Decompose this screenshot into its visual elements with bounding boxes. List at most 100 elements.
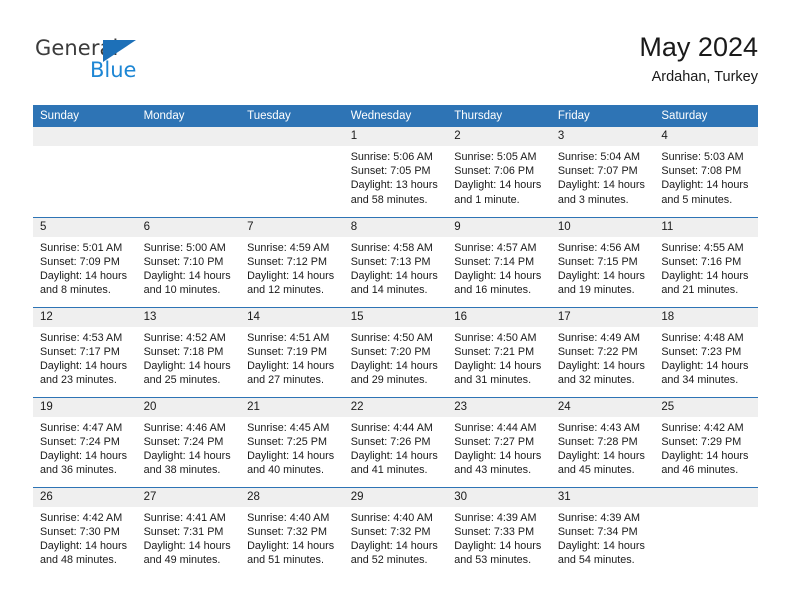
sunrise-text: Sunrise: 4:40 AM bbox=[247, 511, 330, 524]
daylight-text-line2: and 8 minutes. bbox=[40, 284, 111, 297]
day-number: 1 bbox=[343, 127, 448, 146]
title-block: May 2024 Ardahan, Turkey bbox=[639, 30, 758, 87]
day-details: Sunrise: 4:46 AM Sunset: 7:24 PM Daylight:… bbox=[137, 417, 241, 478]
daylight-text-line1: Daylight: 14 hours bbox=[557, 449, 645, 462]
day-number: 29 bbox=[343, 487, 448, 507]
day-cell[interactable]: 28 Sunrise: 4:40 AM Sunset: 7:32 PM Dayligh… bbox=[240, 486, 344, 577]
day-cell[interactable]: 10 Sunrise: 4:56 AM Sunset: 7:15 PM Dayligh… bbox=[550, 216, 655, 307]
day-cell[interactable]: 11 Sunrise: 4:55 AM Sunset: 7:16 PM Dayligh… bbox=[654, 216, 758, 307]
day-cell[interactable]: 16 Sunrise: 4:50 AM Sunset: 7:21 PM Dayligh… bbox=[447, 306, 551, 397]
day-cell[interactable]: 9 Sunrise: 4:57 AM Sunset: 7:14 PM Daylight… bbox=[447, 216, 551, 307]
page-subtitle: Ardahan, Turkey bbox=[651, 69, 758, 85]
day-cell[interactable]: 21 Sunrise: 4:45 AM Sunset: 7:25 PM Dayligh… bbox=[240, 396, 344, 487]
daylight-text-line2: and 25 minutes. bbox=[143, 374, 221, 387]
sunrise-text: Sunrise: 4:43 AM bbox=[557, 421, 641, 434]
sunrise-text: Sunrise: 5:06 AM bbox=[350, 151, 433, 163]
day-cell[interactable]: 12 Sunrise: 4:53 AM Sunset: 7:17 PM Dayligh… bbox=[33, 306, 137, 397]
daylight-text-line2: and 14 minutes. bbox=[350, 284, 428, 297]
daylight-text-line1: Daylight: 14 hours bbox=[40, 359, 128, 372]
sunset-text: Sunset: 7:25 PM bbox=[247, 435, 327, 448]
daylight-text-line2: and 48 minutes. bbox=[40, 554, 117, 567]
daylight-text-line2: and 54 minutes. bbox=[557, 554, 635, 567]
daylight-text-line1: Daylight: 14 hours bbox=[247, 269, 335, 282]
day-details: Sunrise: 4:42 AM Sunset: 7:30 PM Daylight:… bbox=[33, 507, 137, 568]
day-cell[interactable]: 6 Sunrise: 5:00 AM Sunset: 7:10 PM Daylight… bbox=[136, 216, 241, 307]
daylight-text-line1: Daylight: 14 hours bbox=[143, 449, 231, 462]
day-cell[interactable]: 14 Sunrise: 4:51 AM Sunset: 7:19 PM Dayligh… bbox=[240, 306, 344, 397]
daylight-text-line1: Daylight: 14 hours bbox=[247, 539, 335, 552]
sunrise-text: Sunrise: 4:59 AM bbox=[247, 241, 330, 254]
brand-logo[interactable]: General Blue bbox=[35, 36, 165, 84]
daylight-text-line1: Daylight: 14 hours bbox=[661, 359, 749, 372]
day-details: Sunrise: 4:41 AM Sunset: 7:31 PM Daylight:… bbox=[137, 507, 241, 568]
sunrise-text: Sunrise: 4:58 AM bbox=[350, 241, 433, 254]
daylight-text-line2: and 12 minutes. bbox=[247, 284, 324, 297]
day-number: 13 bbox=[136, 307, 241, 327]
day-cell[interactable]: 4 Sunrise: 5:03 AM Sunset: 7:08 PM Daylight… bbox=[654, 127, 758, 217]
day-details: Sunrise: 5:06 AM Sunset: 7:05 PM Daylight:… bbox=[344, 146, 448, 207]
sunrise-text: Sunrise: 4:57 AM bbox=[454, 241, 537, 254]
day-cell[interactable]: 5 Sunrise: 5:01 AM Sunset: 7:09 PM Daylight… bbox=[33, 216, 137, 307]
sunrise-text: Sunrise: 5:04 AM bbox=[557, 151, 641, 163]
day-cell[interactable]: 25 Sunrise: 4:42 AM Sunset: 7:29 PM Dayligh… bbox=[654, 396, 758, 487]
daylight-text-line1: Daylight: 14 hours bbox=[557, 179, 645, 192]
day-cell[interactable]: 27 Sunrise: 4:41 AM Sunset: 7:31 PM Dayligh… bbox=[136, 486, 241, 577]
daylight-text-line1: Daylight: 14 hours bbox=[350, 269, 438, 282]
day-number: 2 bbox=[447, 127, 551, 146]
day-cell[interactable]: 2 Sunrise: 5:05 AM Sunset: 7:06 PM Daylight… bbox=[447, 127, 551, 217]
day-cell[interactable]: 30 Sunrise: 4:39 AM Sunset: 7:33 PM Dayligh… bbox=[447, 486, 551, 577]
day-details: Sunrise: 4:48 AM Sunset: 7:23 PM Daylight:… bbox=[654, 327, 758, 388]
sunset-text: Sunset: 7:24 PM bbox=[40, 435, 120, 448]
daylight-text-line2: and 45 minutes. bbox=[557, 464, 635, 477]
day-cell[interactable]: 23 Sunrise: 4:44 AM Sunset: 7:27 PM Dayligh… bbox=[447, 396, 551, 487]
day-cell[interactable]: 13 Sunrise: 4:52 AM Sunset: 7:18 PM Dayligh… bbox=[136, 306, 241, 397]
day-cell[interactable]: 17 Sunrise: 4:49 AM Sunset: 7:22 PM Dayligh… bbox=[550, 306, 655, 397]
daylight-text-line1: Daylight: 14 hours bbox=[557, 539, 645, 552]
day-number: 19 bbox=[33, 397, 137, 417]
day-cell[interactable]: 24 Sunrise: 4:43 AM Sunset: 7:28 PM Dayligh… bbox=[550, 396, 655, 487]
day-cell[interactable]: 3 Sunrise: 5:04 AM Sunset: 7:07 PM Daylight… bbox=[550, 127, 655, 217]
day-number: 28 bbox=[240, 487, 344, 507]
day-cell[interactable]: 7 Sunrise: 4:59 AM Sunset: 7:12 PM Daylight… bbox=[240, 216, 344, 307]
sunrise-text: Sunrise: 4:50 AM bbox=[350, 331, 433, 344]
daylight-text-line1: Daylight: 14 hours bbox=[40, 269, 128, 282]
day-details: Sunrise: 4:59 AM Sunset: 7:12 PM Daylight:… bbox=[240, 237, 344, 298]
daylight-text-line1: Daylight: 14 hours bbox=[350, 449, 438, 462]
day-cell[interactable]: 8 Sunrise: 4:58 AM Sunset: 7:13 PM Daylight… bbox=[343, 216, 448, 307]
day-cell[interactable]: 15 Sunrise: 4:50 AM Sunset: 7:20 PM Dayligh… bbox=[343, 306, 448, 397]
daylight-text-line1: Daylight: 14 hours bbox=[40, 449, 128, 462]
sunrise-text: Sunrise: 4:55 AM bbox=[661, 241, 744, 254]
sunrise-text: Sunrise: 5:01 AM bbox=[40, 241, 123, 254]
day-cell[interactable]: 31 Sunrise: 4:39 AM Sunset: 7:34 PM Dayligh… bbox=[550, 486, 655, 577]
weekday-header-sunday: Sunday bbox=[33, 105, 137, 127]
day-cell[interactable]: 18 Sunrise: 4:48 AM Sunset: 7:23 PM Dayligh… bbox=[654, 306, 758, 397]
day-cell[interactable]: 19 Sunrise: 4:47 AM Sunset: 7:24 PM Dayligh… bbox=[33, 396, 137, 487]
day-cell[interactable]: 22 Sunrise: 4:44 AM Sunset: 7:26 PM Dayligh… bbox=[343, 396, 448, 487]
day-cell-empty bbox=[33, 127, 137, 217]
day-number: 5 bbox=[33, 217, 137, 237]
weekday-header-wednesday: Wednesday bbox=[343, 105, 448, 127]
daylight-text-line1: Daylight: 14 hours bbox=[247, 449, 335, 462]
day-details: Sunrise: 4:44 AM Sunset: 7:26 PM Daylight:… bbox=[344, 417, 448, 478]
day-details: Sunrise: 4:45 AM Sunset: 7:25 PM Daylight:… bbox=[240, 417, 344, 478]
day-number: 25 bbox=[654, 397, 758, 417]
daylight-text-line2: and 34 minutes. bbox=[661, 374, 739, 387]
sunset-text: Sunset: 7:16 PM bbox=[661, 255, 742, 268]
sunset-text: Sunset: 7:07 PM bbox=[557, 165, 638, 178]
day-number: 24 bbox=[550, 397, 655, 417]
day-number: 12 bbox=[33, 307, 137, 327]
day-cell[interactable]: 26 Sunrise: 4:42 AM Sunset: 7:30 PM Dayligh… bbox=[33, 486, 137, 577]
day-cell[interactable]: 20 Sunrise: 4:46 AM Sunset: 7:24 PM Dayligh… bbox=[136, 396, 241, 487]
day-number: 21 bbox=[240, 397, 344, 417]
daylight-text-line1: Daylight: 14 hours bbox=[454, 179, 542, 192]
day-cell[interactable]: 29 Sunrise: 4:40 AM Sunset: 7:32 PM Dayligh… bbox=[343, 486, 448, 577]
calendar-week-row: 19 Sunrise: 4:47 AM Sunset: 7:24 PM Dayligh… bbox=[33, 396, 758, 487]
sunrise-text: Sunrise: 4:40 AM bbox=[350, 511, 433, 524]
day-cell[interactable]: 1 Sunrise: 5:06 AM Sunset: 7:05 PM Daylight… bbox=[343, 127, 448, 217]
sunrise-text: Sunrise: 4:47 AM bbox=[40, 421, 123, 434]
day-number: 31 bbox=[550, 487, 655, 507]
day-cell-empty bbox=[136, 127, 241, 217]
weekday-header-row: Sunday Monday Tuesday Wednesday Thursday… bbox=[33, 105, 758, 127]
day-details: Sunrise: 5:05 AM Sunset: 7:06 PM Daylight:… bbox=[447, 146, 551, 207]
day-number: 7 bbox=[240, 217, 344, 237]
